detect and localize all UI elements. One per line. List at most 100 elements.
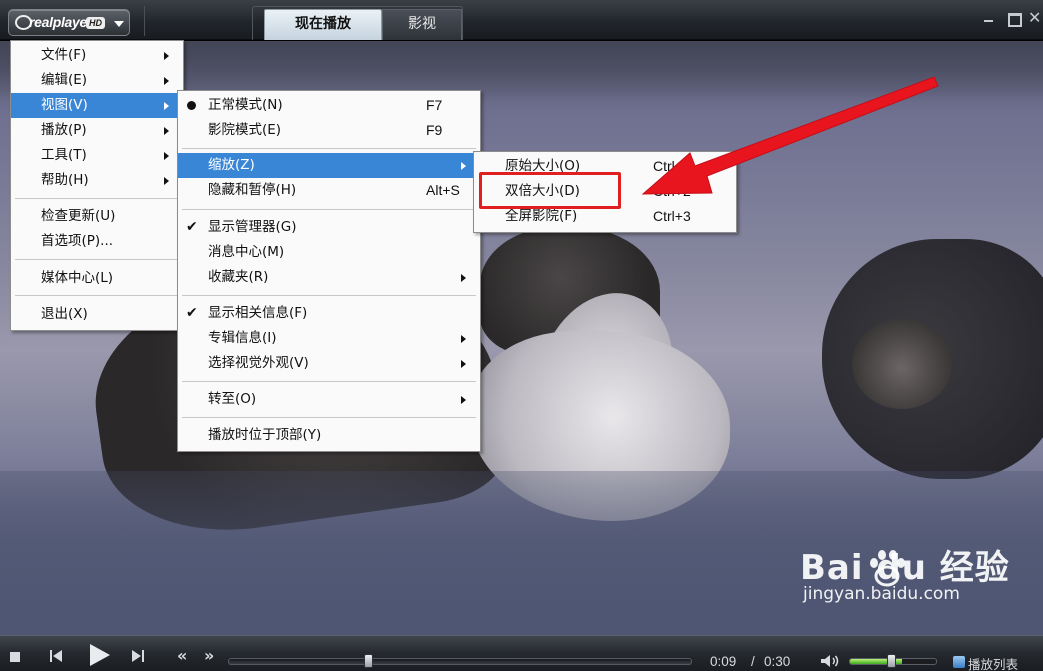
- tab-bar: 现在播放 影视: [250, 6, 462, 40]
- menu-item-double-size[interactable]: 双倍大小(D) Ctrl+2: [474, 179, 736, 204]
- menu-dropdown-icon: [114, 21, 124, 27]
- playlist-button[interactable]: 播放列表: [968, 654, 1018, 671]
- menu-item-label: 检查更新(U): [41, 208, 116, 224]
- menu-item-fullscreen-theater[interactable]: 全屏影院(F) Ctrl+3: [474, 204, 736, 229]
- menu-item-help[interactable]: 帮助(H): [11, 168, 183, 193]
- radio-dot-icon: [187, 101, 196, 110]
- menu-item-label: 专辑信息(I): [208, 330, 277, 346]
- fast-forward-icon[interactable]: »: [204, 646, 214, 665]
- menu-item-label: 帮助(H): [41, 172, 89, 188]
- submenu-arrow-icon: [461, 162, 466, 170]
- tab-video[interactable]: 影视: [382, 9, 462, 40]
- volume-icon[interactable]: [820, 654, 840, 668]
- menu-item-label: 编辑(E): [41, 72, 88, 88]
- menu-item-show-related-info[interactable]: ✔ 显示相关信息(F): [178, 301, 480, 326]
- menu-item-label: 文件(F): [41, 47, 87, 63]
- logo-text: realplayer: [29, 14, 93, 30]
- menu-item-original-size[interactable]: 原始大小(O) Ctrl+1: [474, 154, 736, 179]
- menu-item-label: 双倍大小(D): [505, 183, 580, 199]
- menu-item-go-to[interactable]: 转至(O): [178, 387, 480, 412]
- previous-icon[interactable]: [48, 648, 64, 664]
- menu-item-label: 退出(X): [41, 306, 88, 322]
- seal-right: [822, 239, 1043, 479]
- rewind-icon[interactable]: «: [177, 646, 187, 665]
- submenu-arrow-icon: [164, 77, 169, 85]
- checkmark-icon: ✔: [186, 305, 198, 321]
- tab-now-playing[interactable]: 现在播放: [264, 9, 382, 40]
- submenu-arrow-icon: [164, 127, 169, 135]
- menu-item-preferences[interactable]: 首选项(P)...: [11, 229, 183, 254]
- realplayer-menu-button[interactable]: realplayer HD: [8, 9, 130, 36]
- view-submenu: 正常模式(N) F7 影院模式(E) F9 缩放(Z) 隐藏和暂停(H) Alt…: [177, 90, 481, 452]
- menu-item-normal-mode[interactable]: 正常模式(N) F7: [178, 93, 480, 118]
- time-current: 0:09: [710, 654, 737, 669]
- menu-separator: [182, 295, 476, 296]
- title-bar: realplayer HD 现在播放 影视 ✕: [0, 0, 1043, 40]
- submenu-arrow-icon: [164, 177, 169, 185]
- menu-item-label: 视图(V): [41, 97, 88, 113]
- menu-item-label: 转至(O): [208, 391, 257, 407]
- menu-item-label: 正常模式(N): [208, 97, 283, 113]
- submenu-arrow-icon: [461, 274, 466, 282]
- menu-item-on-top-while-playing[interactable]: 播放时位于顶部(Y): [178, 423, 480, 448]
- menu-item-exit[interactable]: 退出(X): [11, 302, 183, 327]
- seal-right-face: [852, 319, 952, 409]
- watermark-url: jingyan.baidu.com: [803, 584, 960, 604]
- menu-item-media-center[interactable]: 媒体中心(L): [11, 266, 183, 291]
- menu-item-label: 显示相关信息(F): [208, 305, 308, 321]
- minimize-icon[interactable]: [981, 11, 995, 25]
- submenu-arrow-icon: [461, 396, 466, 404]
- menu-item-check-updates[interactable]: 检查更新(U): [11, 204, 183, 229]
- menu-item-label: 工具(T): [41, 147, 87, 163]
- menu-item-visual-appearance[interactable]: 选择视觉外观(V): [178, 351, 480, 376]
- submenu-arrow-icon: [164, 152, 169, 160]
- play-icon[interactable]: [88, 642, 112, 668]
- menu-item-file[interactable]: 文件(F): [11, 43, 183, 68]
- menu-item-shortcut: Ctrl+2: [653, 183, 691, 199]
- menu-separator: [15, 295, 179, 296]
- menu-item-view[interactable]: 视图(V): [11, 93, 183, 118]
- menu-item-tools[interactable]: 工具(T): [11, 143, 183, 168]
- next-icon[interactable]: [131, 648, 147, 664]
- menu-item-label: 原始大小(O): [505, 158, 581, 174]
- menu-item-message-center[interactable]: 消息中心(M): [178, 240, 480, 265]
- playback-controls: « » 0:09 / 0:30 播放列表: [0, 635, 1043, 671]
- menu-item-theater-mode[interactable]: 影院模式(E) F9: [178, 118, 480, 143]
- menu-item-shortcut: F9: [426, 122, 443, 138]
- menu-item-zoom[interactable]: 缩放(Z): [178, 153, 480, 178]
- menu-separator: [15, 198, 179, 199]
- submenu-arrow-icon: [461, 335, 466, 343]
- close-icon[interactable]: ✕: [1028, 10, 1042, 26]
- menu-item-play[interactable]: 播放(P): [11, 118, 183, 143]
- menu-item-label: 消息中心(M): [208, 244, 285, 260]
- stop-icon[interactable]: [10, 652, 20, 662]
- playlist-icon[interactable]: [953, 656, 965, 668]
- menu-item-edit[interactable]: 编辑(E): [11, 68, 183, 93]
- menu-item-label: 选择视觉外观(V): [208, 355, 309, 371]
- menu-item-label: 首选项(P)...: [41, 233, 114, 249]
- menu-item-label: 隐藏和暂停(H): [208, 182, 297, 198]
- time-separator: /: [751, 654, 755, 669]
- checkmark-icon: ✔: [186, 219, 198, 235]
- seek-thumb[interactable]: [364, 654, 373, 668]
- menu-item-shortcut: F7: [426, 97, 443, 113]
- volume-thumb[interactable]: [887, 654, 896, 668]
- menu-item-album-info[interactable]: 专辑信息(I): [178, 326, 480, 351]
- menu-item-label: 播放时位于顶部(Y): [208, 427, 322, 443]
- menu-separator: [15, 259, 179, 260]
- menu-separator: [182, 417, 476, 418]
- maximize-icon[interactable]: [1006, 11, 1022, 27]
- menu-item-label: 影院模式(E): [208, 122, 282, 138]
- menu-item-label: 缩放(Z): [208, 157, 255, 173]
- watermark-logo: Bai du 经验: [800, 548, 1010, 588]
- menu-separator: [182, 209, 476, 210]
- submenu-arrow-icon: [461, 360, 466, 368]
- menu-item-favorites[interactable]: 收藏夹(R): [178, 265, 480, 290]
- seek-bar[interactable]: [228, 658, 692, 665]
- title-divider: [144, 6, 145, 36]
- menu-item-hide-pause[interactable]: 隐藏和暂停(H) Alt+S: [178, 178, 480, 203]
- submenu-arrow-icon: [164, 52, 169, 60]
- menu-item-label: 显示管理器(G): [208, 219, 297, 235]
- menu-item-show-manager[interactable]: ✔ 显示管理器(G): [178, 215, 480, 240]
- submenu-arrow-icon: [164, 102, 169, 110]
